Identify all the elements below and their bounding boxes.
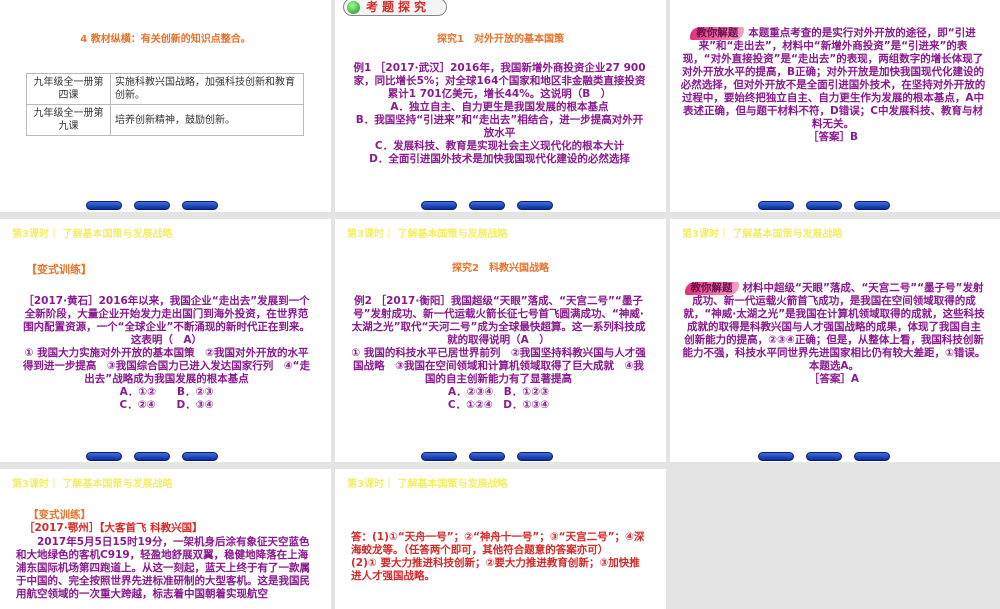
slide-7[interactable]: 第3课时｜ 了解基本国策与发展战略 【变式训练】 ［2017·鄂州］【大客首飞 … bbox=[0, 469, 331, 609]
nav-button[interactable] bbox=[854, 201, 890, 210]
nav-buttons bbox=[421, 452, 553, 461]
table-cell: 九年级全一册第四课 bbox=[26, 73, 111, 105]
source-line: ［2017·鄂州］【大客首飞 科教兴国】 bbox=[24, 522, 321, 535]
slide-3[interactable]: 教你解题 本题重点考查的是实行对外开放的途径，即“引进来”和“走出去”，材料中“新… bbox=[670, 0, 1000, 212]
options-ab: A．②③④ B．①②③ bbox=[448, 386, 549, 398]
nav-button[interactable] bbox=[134, 452, 170, 461]
question-block: 例1 ［2017·武汉］2016年，我国新增外商投资企业27 900家，同比增长… bbox=[351, 62, 648, 166]
question-stem: 例1 ［2017·武汉］2016年，我国新增外商投资企业27 900家，同比增长… bbox=[353, 62, 646, 100]
table-cell: 九年级全一册第九课 bbox=[26, 104, 111, 136]
slide-8[interactable]: 第3课时｜ 了解基本国策与发展战略 答：(1)①“天舟一号”；②“神舟十一号”；… bbox=[335, 469, 666, 609]
nav-buttons bbox=[758, 452, 890, 461]
nav-button[interactable] bbox=[469, 452, 505, 461]
knowledge-table: 九年级全一册第四课 实施科教兴国战略，加强科技创新和教育创新。 九年级全一册第九课… bbox=[26, 73, 304, 136]
slide-5[interactable]: 第3课时｜ 了解基本国策与发展战略 探究2 科教兴国战略 例2 ［2017·衡阳… bbox=[335, 219, 666, 462]
options-ab: A．①② B．②③ bbox=[119, 386, 214, 398]
nav-buttons bbox=[758, 201, 890, 210]
slide-title: 探究2 科教兴国战略 bbox=[452, 263, 549, 274]
option-a: A．独立自主、自力更生是我国发展的根本基点 bbox=[390, 101, 609, 113]
section-banner: 考题探究 bbox=[343, 0, 447, 16]
options-cd: C．①②④ D．①③④ bbox=[447, 399, 550, 411]
lesson-header: 第3课时｜ 了解基本国策与发展战略 bbox=[12, 229, 173, 240]
question-block: ［2017·黄石］2016年以来，我国企业“走出去”发展到一个全新阶段，大量企业… bbox=[20, 295, 313, 412]
lesson-header: 第3课时｜ 了解基本国策与发展战略 bbox=[12, 479, 173, 490]
nav-button[interactable] bbox=[182, 201, 218, 210]
option-c: C．发展科技、教育是实现社会主义现代化的根本大计 bbox=[374, 140, 625, 152]
slide-2[interactable]: 考题探究 探究1 对外开放的基本国策 例1 ［2017·武汉］2016年，我国新… bbox=[335, 0, 666, 212]
green-dot-icon bbox=[347, 1, 360, 14]
nav-buttons bbox=[421, 201, 553, 210]
nav-button[interactable] bbox=[421, 452, 457, 461]
answer: ［答案］A bbox=[808, 373, 860, 385]
nav-button[interactable] bbox=[517, 452, 553, 461]
banner-text: 考题探究 bbox=[366, 0, 431, 14]
lesson-header: 第3课时｜ 了解基本国策与发展战略 bbox=[347, 479, 508, 490]
slide-4[interactable]: 第3课时｜ 了解基本国策与发展战略 【变式训练】 ［2017·黄石］2016年以… bbox=[0, 219, 331, 462]
lesson-header: 第3课时｜ 了解基本国策与发展战略 bbox=[347, 229, 508, 240]
nav-button[interactable] bbox=[134, 201, 170, 210]
nav-button[interactable] bbox=[806, 201, 842, 210]
option-b: B．我国坚持“引进来”和“走出去”相结合，进一步提高对外开放水平 bbox=[355, 114, 644, 139]
question-block: 例2 ［2017·衡阳］我国超级“天眼”落成、“天宫二号”“墨子号”发射成功、新… bbox=[349, 295, 648, 412]
slide-1[interactable]: 4 教材纵横：有关创新的知识点整合。 九年级全一册第四课 实施科教兴国战略，加强科… bbox=[0, 0, 331, 212]
nav-button[interactable] bbox=[517, 201, 553, 210]
slide-title: 【变式训练】 bbox=[28, 509, 91, 521]
nav-button[interactable] bbox=[758, 201, 794, 210]
options-cd: C．②④ D．③④ bbox=[119, 399, 214, 411]
nav-buttons bbox=[86, 201, 218, 210]
statements: ① 我国的科技水平已居世界前列 ②我国坚持科教兴国与人才强国战略 ③我国在空间领… bbox=[351, 347, 646, 385]
answer-block: 答：(1)①“天舟一号”；②“神舟十一号”；③“天宫二号”；④深海蛟龙等。（任答… bbox=[351, 531, 646, 583]
table-row: 九年级全一册第四课 实施科教兴国战略，加强科技创新和教育创新。 bbox=[26, 73, 304, 105]
option-d: D．全面引进国外技术是加快我国现代化建设的必然选择 bbox=[369, 153, 630, 165]
nav-button[interactable] bbox=[421, 201, 457, 210]
nav-button[interactable] bbox=[182, 452, 218, 461]
explanation-text: 本题重点考查的是实行对外开放的途径，即“引进来”和“走出去”，材料中“新增外商投… bbox=[680, 27, 986, 130]
slide-title: 4 教材纵横：有关创新的知识点整合。 bbox=[80, 34, 251, 45]
slide-title: 【变式训练】 bbox=[26, 263, 92, 276]
nav-button[interactable] bbox=[758, 452, 794, 461]
question-stem: ［2017·黄石］2016年以来，我国企业“走出去”发展到一个全新阶段，大量企业… bbox=[23, 295, 310, 346]
table-cell: 实施科教兴国战略，加强科技创新和教育创新。 bbox=[110, 73, 304, 105]
statements: ① 我国大力实施对外开放的基本国策 ②我国对外开放的水平得到进一步提高 ③我国综… bbox=[22, 347, 311, 385]
explain-badge: 教你解题 bbox=[684, 282, 739, 295]
nav-button[interactable] bbox=[469, 201, 505, 210]
slide-title: 探究1 对外开放的基本国策 bbox=[437, 34, 564, 45]
nav-button[interactable] bbox=[806, 452, 842, 461]
nav-button[interactable] bbox=[86, 452, 122, 461]
lesson-header: 第3课时｜ 了解基本国策与发展战略 bbox=[682, 229, 843, 240]
nav-buttons bbox=[86, 452, 218, 461]
material-text: 2017年5月5日15时19分，一架机身后涂有象征天空蓝色和大地绿色的客机C91… bbox=[16, 536, 310, 600]
nav-button[interactable] bbox=[86, 201, 122, 210]
nav-button[interactable] bbox=[854, 452, 890, 461]
table-cell: 培养创新精神，鼓励创新。 bbox=[110, 104, 304, 136]
answer: ［答案］B bbox=[807, 131, 858, 143]
answer-part-2: (2)① 要大力推进科技创新；②要大力推进教育创新；③加快推进人才强国战略。 bbox=[351, 557, 640, 582]
explanation-text: 材料中超级“天眼”落成、“天宫二号”“墨子号”发射成功、新一代运载火箭首飞成功，… bbox=[682, 282, 986, 372]
slide-6[interactable]: 第3课时｜ 了解基本国策与发展战略 教你解题 材料中超级“天眼”落成、“天宫二号”… bbox=[670, 219, 1000, 462]
explanation: 教你解题 本题重点考查的是实行对外开放的途径，即“引进来”和“走出去”，材料中“新… bbox=[680, 27, 986, 144]
explanation: 教你解题 材料中超级“天眼”落成、“天宫二号”“墨子号”发射成功、新一代运载火箭首… bbox=[682, 282, 986, 386]
table-row: 九年级全一册第九课 培养创新精神，鼓励创新。 bbox=[26, 104, 304, 136]
answer-part-1: 答：(1)①“天舟一号”；②“神舟十一号”；③“天宫二号”；④深海蛟龙等。（任答… bbox=[351, 531, 645, 556]
question-stem: 例2 ［2017·衡阳］我国超级“天眼”落成、“天宫二号”“墨子号”发射成功、新… bbox=[351, 295, 646, 346]
explain-badge: 教你解题 bbox=[690, 27, 745, 40]
source: ［2017·鄂州］【大客首飞 科教兴国】 bbox=[24, 522, 203, 534]
